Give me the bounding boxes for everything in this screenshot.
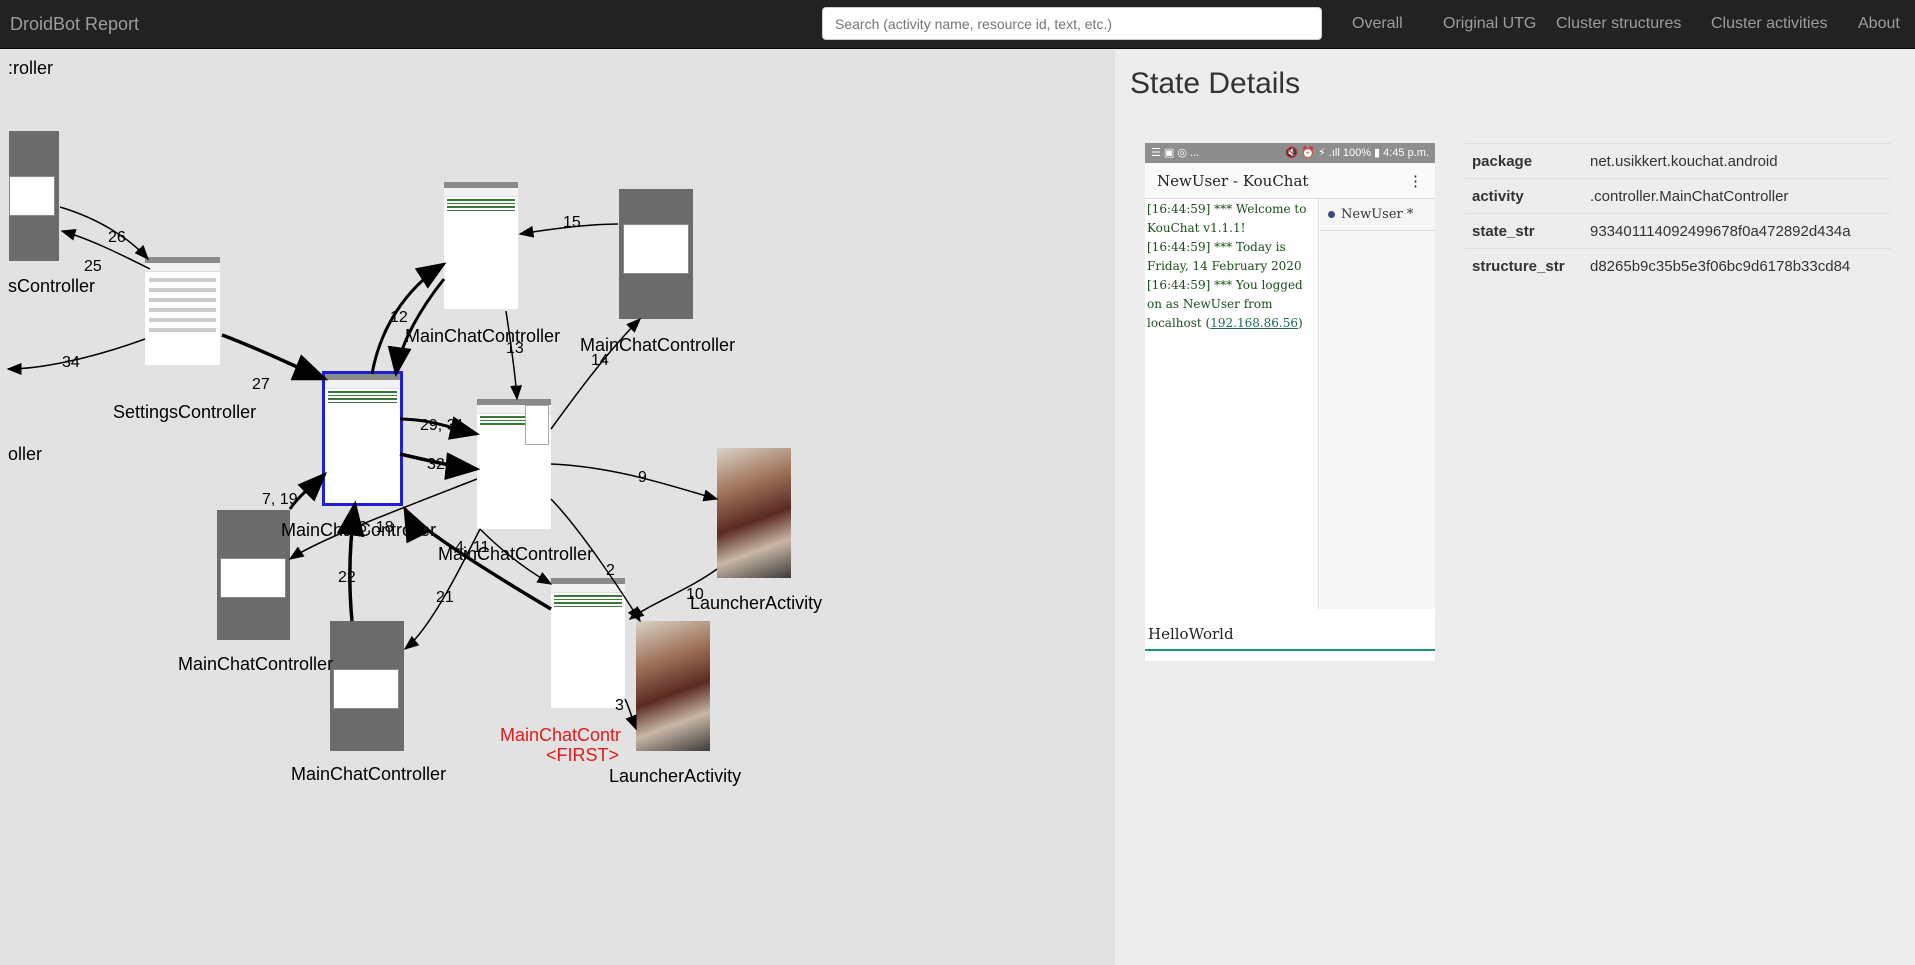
- node-label: LauncherActivity: [690, 593, 822, 613]
- chat-line: [16:44:59] *** You logged on as NewUser …: [1147, 278, 1303, 330]
- edge-labels: 26 25 34 27 12 15 13 14 29, 31 32 7, 19 …: [62, 214, 704, 714]
- state-details-table: package net.usikkert.kouchat.android act…: [1465, 143, 1890, 283]
- detail-key: state_str: [1465, 213, 1583, 249]
- edge-label: 27: [252, 376, 270, 393]
- edge-label: 34: [62, 354, 80, 371]
- graph-edges-svg: 26 25 34 27 12 15 13 14 29, 31 32 7, 19 …: [6, 58, 822, 786]
- table-row: activity .controller.MainChatController: [1465, 178, 1890, 214]
- utg-graph-canvas[interactable]: 26 25 34 27 12 15 13 14 29, 31 32 7, 19 …: [0, 49, 1115, 965]
- table-row: state_str 933401114092499678f0a472892d43…: [1465, 213, 1890, 249]
- search-input[interactable]: [822, 7, 1322, 40]
- user-list-item: NewUser *: [1320, 199, 1435, 231]
- edge-label: 15: [563, 214, 581, 231]
- node-labels: :roller sController oller SettingsContro…: [8, 58, 822, 786]
- detail-value: .controller.MainChatController: [1583, 178, 1890, 214]
- brand-title[interactable]: DroidBot Report: [10, 14, 139, 35]
- chat-line: [16:44:59] *** Welcome to KouChat v1.1.1…: [1147, 202, 1307, 235]
- nav-overall[interactable]: Overall: [1352, 15, 1403, 33]
- edge-label: 21: [436, 589, 454, 606]
- edge-label: 22: [338, 569, 356, 586]
- user-status-dot-icon: [1328, 211, 1335, 218]
- edge-label: 3: [615, 697, 624, 714]
- app-title: NewUser - KouChat: [1157, 171, 1309, 190]
- nav-about[interactable]: About: [1858, 15, 1900, 33]
- node-label: sController: [8, 276, 95, 296]
- nav-original-utg[interactable]: Original UTG: [1443, 15, 1536, 33]
- user-name: NewUser *: [1341, 207, 1414, 222]
- node-label: :roller: [8, 58, 53, 78]
- chat-area: [16:44:59] *** Welcome to KouChat v1.1.1…: [1145, 199, 1319, 609]
- user-list: NewUser *: [1320, 199, 1435, 609]
- edge-label: 2: [606, 562, 615, 579]
- edge-label: 7, 19: [262, 491, 298, 508]
- first-node-label: MainChatContr: [500, 725, 621, 745]
- node-label: MainChatController: [438, 544, 593, 564]
- detail-key: structure_str: [1465, 248, 1583, 283]
- state-details-panel: State Details ☰ ▣ ◎ ... 🔇 ⏰ ⚡ .ıll 100% …: [1115, 49, 1915, 965]
- top-navbar: DroidBot Report Overall Original UTG Clu…: [0, 0, 1915, 49]
- table-row: structure_str d8265b9c35b5e3f06bc9d6178b…: [1465, 248, 1890, 283]
- status-icons-right: 🔇 ⏰ ⚡ .ıll 100% ▮ 4:45 p.m.: [1284, 147, 1430, 159]
- edge-label: 32: [427, 456, 445, 473]
- nav-cluster-structures[interactable]: Cluster structures: [1556, 15, 1681, 33]
- detail-value: d8265b9c35b5e3f06bc9d6178b33cd84: [1583, 248, 1890, 283]
- chat-line: [16:44:59] *** Today is Friday, 14 Febru…: [1147, 240, 1302, 273]
- node-label: SettingsController: [113, 402, 256, 422]
- detail-key: activity: [1465, 178, 1583, 214]
- node-label: MainChatController: [580, 335, 735, 355]
- node-label: MainChatController: [291, 764, 446, 784]
- message-input: HelloWorld: [1145, 625, 1435, 651]
- ip-link: 192.168.86.56: [1210, 316, 1299, 330]
- detail-value: net.usikkert.kouchat.android: [1583, 143, 1890, 179]
- detail-key: package: [1465, 143, 1583, 179]
- node-label: MainChatController: [281, 520, 436, 540]
- node-label: MainChatController: [178, 654, 333, 674]
- edge-label: 12: [390, 309, 408, 326]
- nav-cluster-activities[interactable]: Cluster activities: [1711, 15, 1827, 33]
- edge-label: 25: [84, 258, 102, 275]
- edge-label: 29, 31: [420, 417, 465, 434]
- node-label: oller: [8, 444, 42, 464]
- edge-label: 26: [108, 229, 126, 246]
- edge-label: 9: [638, 469, 647, 486]
- panel-title: State Details: [1130, 67, 1301, 100]
- node-label: LauncherActivity: [609, 766, 741, 786]
- phone-status-bar: ☰ ▣ ◎ ... 🔇 ⏰ ⚡ .ıll 100% ▮ 4:45 p.m.: [1145, 143, 1435, 163]
- state-screenshot: ☰ ▣ ◎ ... 🔇 ⏰ ⚡ .ıll 100% ▮ 4:45 p.m. Ne…: [1145, 143, 1435, 661]
- overflow-menu-icon: ⋮: [1408, 171, 1423, 190]
- node-label: MainChatController: [405, 326, 560, 346]
- status-icons-left: ☰ ▣ ◎ ...: [1151, 147, 1200, 159]
- detail-value: 933401114092499678f0a472892d434a: [1583, 213, 1890, 249]
- first-node-tag: <FIRST>: [546, 745, 619, 765]
- table-row: package net.usikkert.kouchat.android: [1465, 143, 1890, 179]
- phone-app-bar: NewUser - KouChat ⋮: [1145, 163, 1435, 199]
